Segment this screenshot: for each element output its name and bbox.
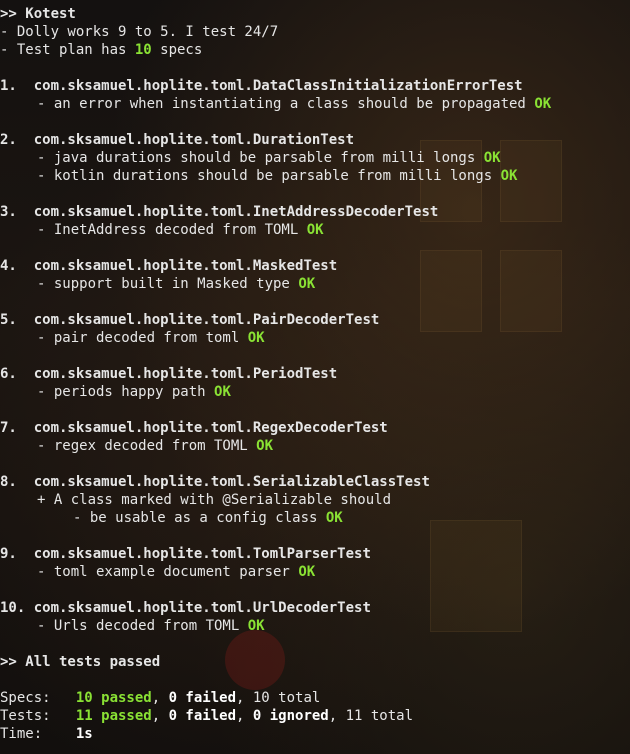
spec-header: 2. com.sksamuel.hoplite.toml.DurationTes… [0,131,630,149]
spec-number: 1. [0,78,34,94]
spec-name: com.sksamuel.hoplite.toml.MaskedTest [33,258,338,274]
summary-specs: Specs: 10 passed, 0 failed, 10 total [0,690,321,706]
spec-name: com.sksamuel.hoplite.toml.DurationTest [33,132,355,148]
terminal-output: >> Kotest - Dolly works 9 to 5. I test 2… [0,5,630,743]
test-name: - be usable as a config class [73,510,318,526]
test-name: - an error when instantiating a class sh… [37,96,526,112]
test-name: - toml example document parser [37,564,290,580]
spec-header: 10. com.sksamuel.hoplite.toml.UrlDecoder… [0,599,630,617]
test-context: + A class marked with @Serializable shou… [37,492,392,508]
spec-header: 9. com.sksamuel.hoplite.toml.TomlParserT… [0,545,630,563]
spec-name: com.sksamuel.hoplite.toml.RegexDecoderTe… [33,420,388,436]
test-result-row: - an error when instantiating a class sh… [0,95,630,113]
spec-count: 10 [134,42,152,58]
spec-name: com.sksamuel.hoplite.toml.PairDecoderTes… [33,312,380,328]
spec-number: 5. [0,312,34,328]
test-name: - kotlin durations should be parsable fr… [37,168,493,184]
test-result-row: - support built in Masked type OK [0,275,630,293]
spec-number: 9. [0,546,34,562]
test-name: - regex decoded from TOML [37,438,248,454]
ok-status: OK [298,276,316,292]
ok-status: OK [306,222,324,238]
test-name: - InetAddress decoded from TOML [37,222,299,238]
spec-name: com.sksamuel.hoplite.toml.UrlDecoderTest [33,600,371,616]
ok-status: OK [214,384,231,400]
test-result-row: - regex decoded from TOML OK [0,437,630,455]
spec-number: 4. [0,258,34,274]
spec-name: com.sksamuel.hoplite.toml.PeriodTest [33,366,338,382]
test-result-row: - toml example document parser OK [0,563,630,581]
test-name: - java durations should be parsable from… [37,150,476,166]
spec-header: 3. com.sksamuel.hoplite.toml.InetAddress… [0,203,630,221]
spec-list: 1. com.sksamuel.hoplite.toml.DataClassIn… [0,59,630,635]
spec-number: 8. [0,474,34,490]
ok-status: OK [247,618,265,634]
ok-status: OK [534,96,552,112]
spec-header: 8. com.sksamuel.hoplite.toml.Serializabl… [0,473,630,491]
spec-name: com.sksamuel.hoplite.toml.TomlParserTest [33,546,371,562]
spec-header: 6. com.sksamuel.hoplite.toml.PeriodTest [0,365,630,383]
ok-status: OK [483,150,501,166]
spec-name: com.sksamuel.hoplite.toml.InetAddressDec… [33,204,439,220]
test-result-row: - java durations should be parsable from… [0,149,630,167]
test-name: - pair decoded from toml [37,330,240,346]
ok-status: OK [256,438,274,454]
ok-status: OK [247,330,265,346]
report-title: >> Kotest [0,6,76,22]
spec-header: 1. com.sksamuel.hoplite.toml.DataClassIn… [0,77,630,95]
test-name: - Urls decoded from TOML [37,618,240,634]
ok-status: OK [500,168,518,184]
ok-status: OK [298,564,316,580]
result-line: >> All tests passed [0,654,161,670]
summary-time: Time: 1s [0,726,93,742]
spec-name: com.sksamuel.hoplite.toml.SerializableCl… [33,474,430,490]
spec-name: com.sksamuel.hoplite.toml.DataClassIniti… [33,78,523,94]
summary-tests: Tests: 11 passed, 0 failed, 0 ignored, 1… [0,708,414,724]
spec-number: 2. [0,132,34,148]
spec-number: 3. [0,204,34,220]
test-result-row: - InetAddress decoded from TOML OK [0,221,630,239]
spec-number: 6. [0,366,34,382]
test-result-row: - pair decoded from toml OK [0,329,630,347]
tagline: - Dolly works 9 to 5. I test 24/7 [0,24,279,40]
test-result-row: - periods happy path OK [0,383,630,401]
test-result-row: - kotlin durations should be parsable fr… [0,167,630,185]
spec-header: 7. com.sksamuel.hoplite.toml.RegexDecode… [0,419,630,437]
spec-header: 4. com.sksamuel.hoplite.toml.MaskedTest [0,257,630,275]
ok-status: OK [325,510,343,526]
test-plan-line: - Test plan has 10 specs [0,42,203,58]
test-result-row: - be usable as a config class OK [0,509,630,527]
test-name: - periods happy path [37,384,206,400]
spec-number: 10. [0,600,34,616]
spec-header: 5. com.sksamuel.hoplite.toml.PairDecoder… [0,311,630,329]
test-name: - support built in Masked type [37,276,290,292]
spec-number: 7. [0,420,34,436]
test-result-row: - Urls decoded from TOML OK [0,617,630,635]
